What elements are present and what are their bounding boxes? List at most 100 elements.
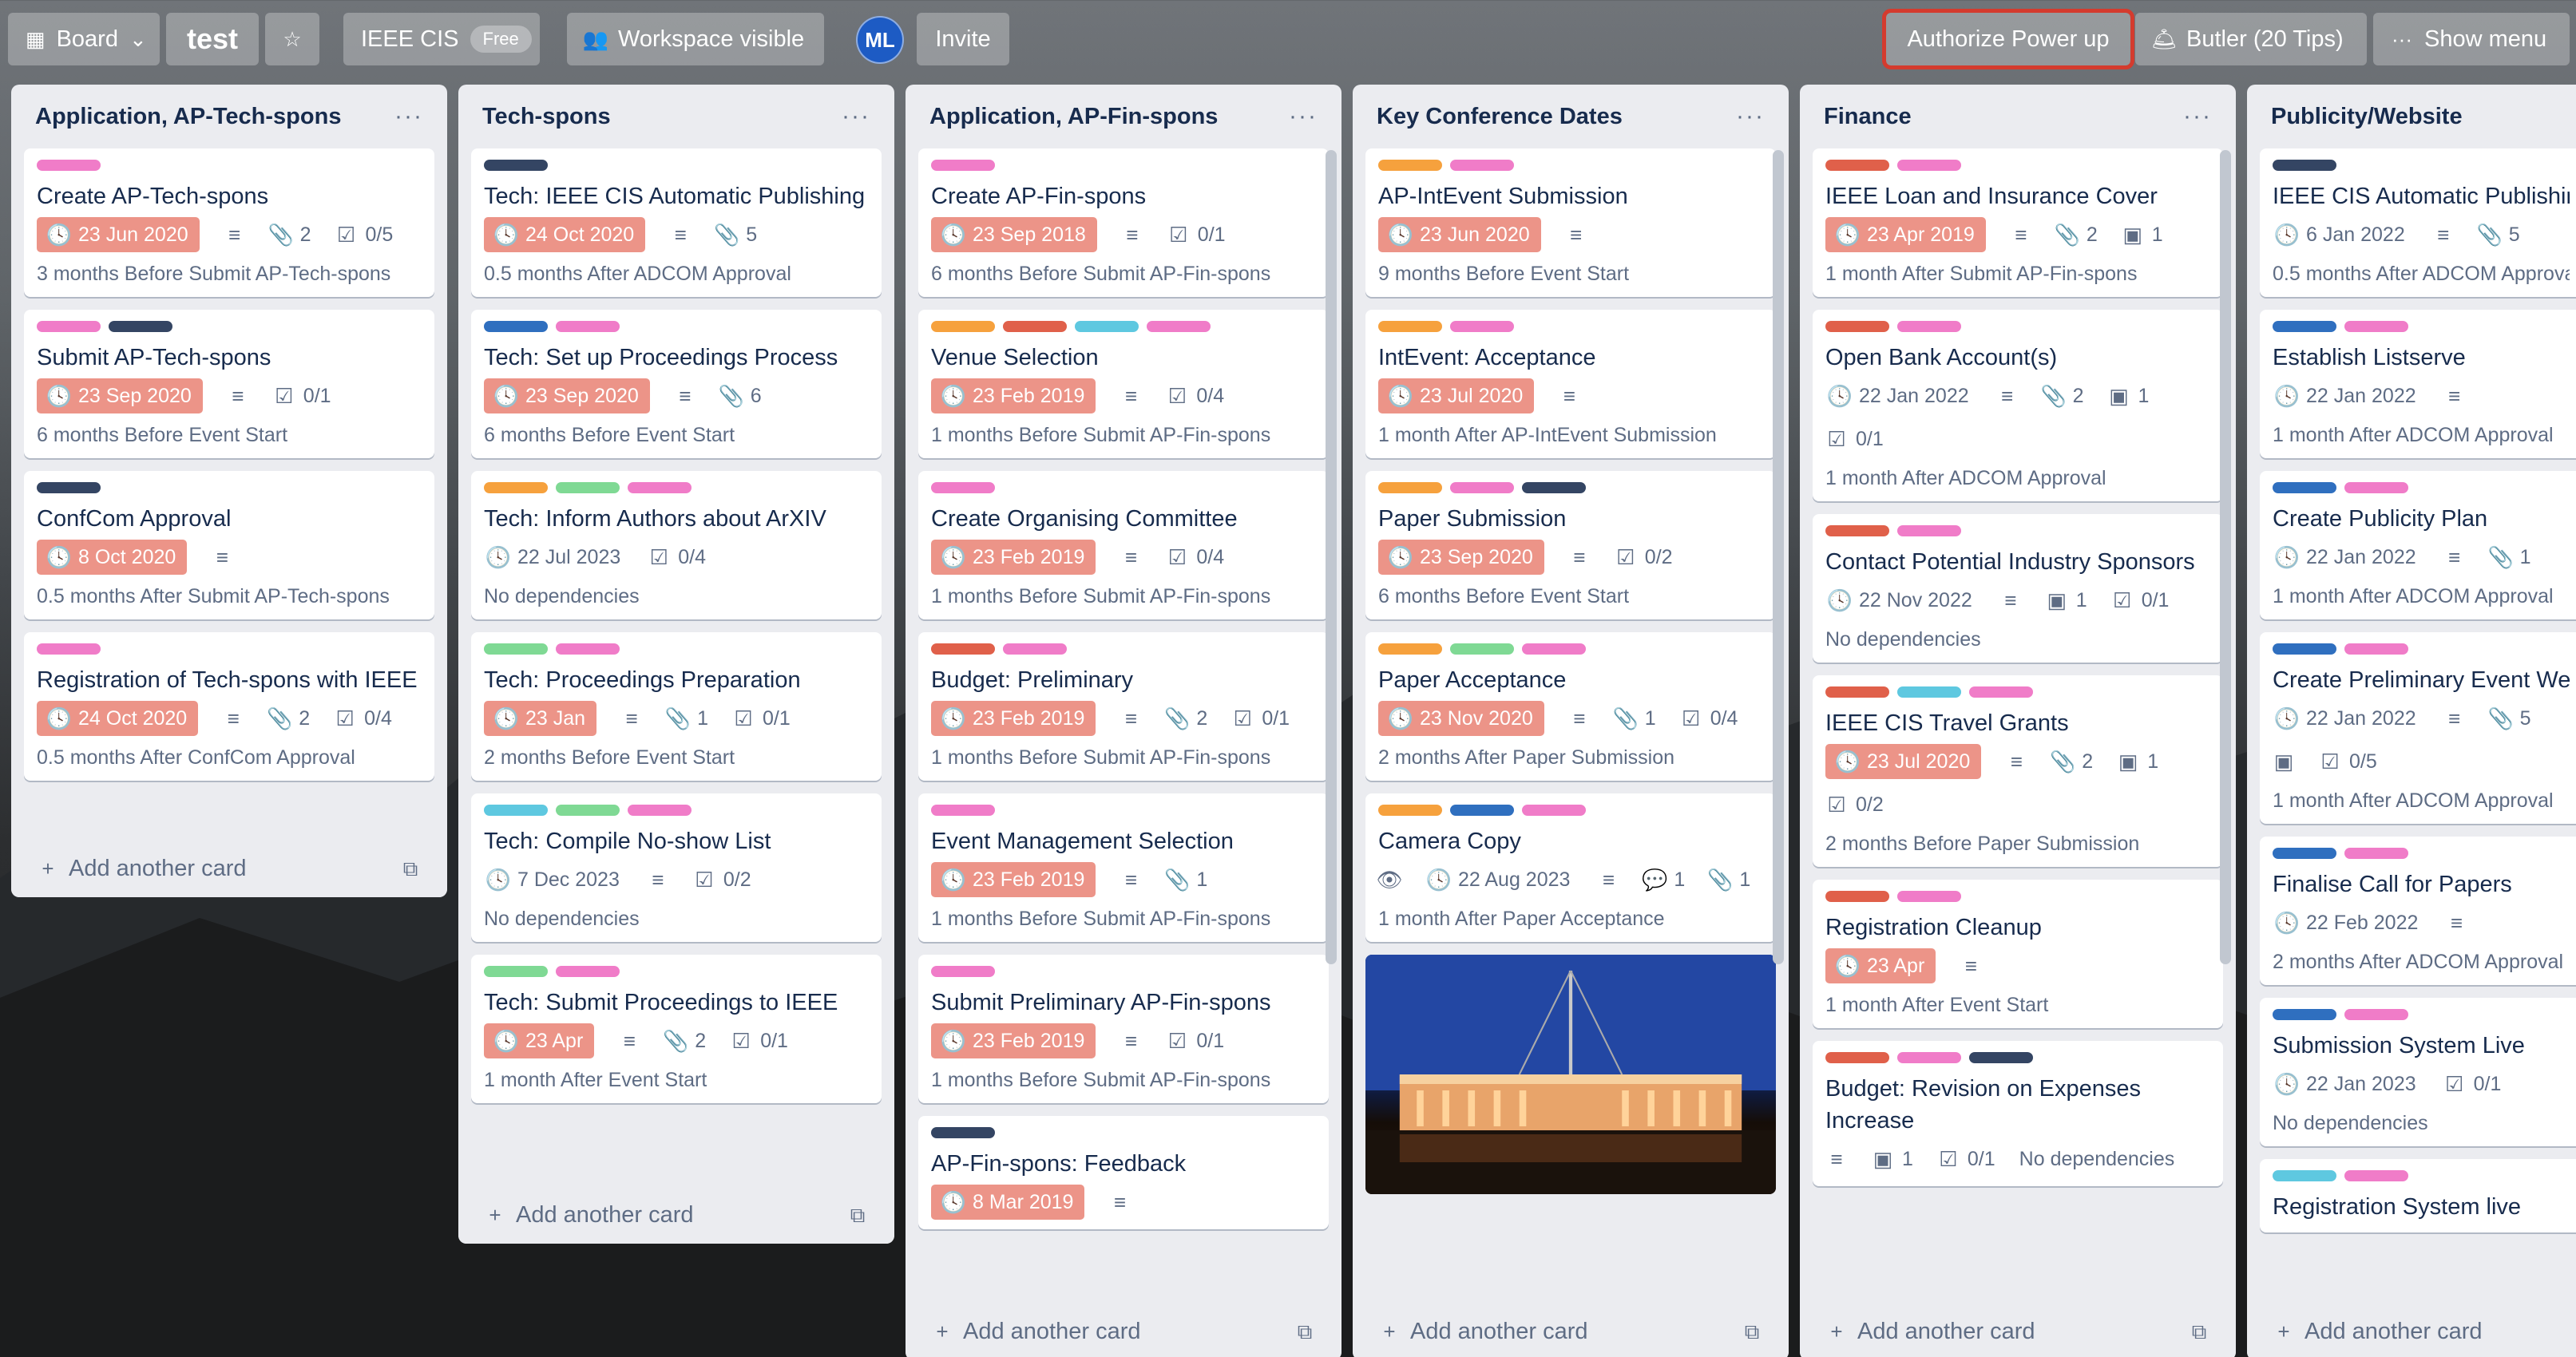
- label-red[interactable]: [1825, 321, 1889, 332]
- card[interactable]: Submit Preliminary AP-Fin-spons 🕓 23 Feb 2…: [918, 955, 1329, 1103]
- card-template-icon[interactable]: ⧉: [399, 857, 422, 880]
- label-pink[interactable]: [556, 966, 620, 977]
- list-title[interactable]: Publicity/Website: [2271, 104, 2463, 130]
- label-pink[interactable]: [931, 805, 995, 816]
- label-orange[interactable]: [1378, 160, 1442, 171]
- add-card-button[interactable]: + Add another card ⧉: [458, 1186, 894, 1244]
- card-template-icon[interactable]: ⧉: [1741, 1320, 1763, 1343]
- label-pink[interactable]: [1897, 891, 1961, 902]
- card[interactable]: IntEvent: Acceptance 🕓 23 Jul 2020 ≡ 1 month…: [1365, 310, 1776, 458]
- label-sky[interactable]: [1075, 321, 1139, 332]
- add-card-button[interactable]: + Add another card ⧉: [1353, 1303, 1789, 1357]
- label-navy[interactable]: [2273, 160, 2336, 171]
- label-orange[interactable]: [1378, 805, 1442, 816]
- card[interactable]: Tech: Inform Authors about ArXIV 🕓 22 Jul …: [471, 471, 882, 619]
- card[interactable]: Registration of Tech-spons with IEEE 🕓 24 …: [24, 632, 434, 781]
- list-title[interactable]: Application, AP-Tech-spons: [35, 104, 341, 130]
- card[interactable]: IEEE Loan and Insurance Cover 🕓 23 Apr 201…: [1813, 148, 2223, 297]
- label-blue[interactable]: [2273, 482, 2336, 493]
- card-cover-image[interactable]: [1365, 955, 1776, 1194]
- list-title[interactable]: Tech-spons: [482, 104, 611, 130]
- label-green[interactable]: [484, 643, 548, 655]
- card[interactable]: Contact Potential Industry Sponsors 🕓 22 N…: [1813, 514, 2223, 663]
- visibility-button[interactable]: 👥 Workspace visible: [567, 13, 824, 65]
- label-navy[interactable]: [484, 160, 548, 171]
- label-pink[interactable]: [1147, 321, 1211, 332]
- card[interactable]: Tech: Proceedings Preparation 🕓 23 Jan ≡ 📎 1 ☑…: [471, 632, 882, 781]
- label-sky[interactable]: [1897, 686, 1961, 698]
- label-navy[interactable]: [109, 321, 172, 332]
- label-pink[interactable]: [2344, 321, 2408, 332]
- butler-button[interactable]: 🛎 Butler (20 Tips): [2135, 13, 2367, 65]
- label-pink[interactable]: [2344, 482, 2408, 493]
- label-blue[interactable]: [2273, 848, 2336, 859]
- label-red[interactable]: [1825, 1052, 1889, 1063]
- workspace-button[interactable]: IEEE CIS Free: [343, 13, 540, 65]
- label-pink[interactable]: [1522, 643, 1586, 655]
- board-view-switcher[interactable]: ▦ Board ⌄: [8, 13, 160, 65]
- card[interactable]: Camera Copy 👁 🕓 22 Aug 2023 ≡ 💬 1 📎 1 1 month Aft…: [1365, 793, 1776, 942]
- label-pink[interactable]: [1897, 525, 1961, 536]
- card[interactable]: Tech: Set up Proceedings Process 🕓 23 Sep …: [471, 310, 882, 458]
- card[interactable]: Event Management Selection 🕓 23 Feb 2019 ≡ 📎…: [918, 793, 1329, 942]
- label-pink[interactable]: [1450, 160, 1514, 171]
- label-pink[interactable]: [2344, 1009, 2408, 1020]
- label-green[interactable]: [484, 966, 548, 977]
- card[interactable]: Create Organising Committee 🕓 23 Feb 2019 ≡…: [918, 471, 1329, 619]
- label-red[interactable]: [1825, 160, 1889, 171]
- label-blue[interactable]: [1450, 805, 1514, 816]
- card[interactable]: AP-Fin-spons: Feedback 🕓 8 Mar 2019 ≡: [918, 1116, 1329, 1229]
- label-green[interactable]: [1450, 643, 1514, 655]
- add-card-button[interactable]: + Add another card ⧉: [11, 840, 447, 897]
- label-pink[interactable]: [1897, 160, 1961, 171]
- list-title[interactable]: Finance: [1824, 104, 1912, 130]
- list-scrollbar[interactable]: [1773, 150, 1784, 964]
- card[interactable]: Submission System Live 🕓 22 Jan 2023 ☑ 0/1 No…: [2260, 998, 2576, 1146]
- list-scrollbar[interactable]: [2220, 150, 2231, 964]
- card[interactable]: Submit AP-Tech-spons 🕓 23 Sep 2020 ≡ ☑ 0/1 6 m…: [24, 310, 434, 458]
- card-template-icon[interactable]: ⧉: [2188, 1320, 2210, 1343]
- card[interactable]: Establish Listserve 🕓 22 Jan 2022 ≡ 1 month …: [2260, 310, 2576, 458]
- label-pink[interactable]: [931, 966, 995, 977]
- label-orange[interactable]: [1378, 482, 1442, 493]
- label-red[interactable]: [1003, 321, 1067, 332]
- label-pink[interactable]: [37, 321, 101, 332]
- label-pink[interactable]: [556, 321, 620, 332]
- label-red[interactable]: [1825, 891, 1889, 902]
- list-menu-button[interactable]: ···: [394, 103, 423, 130]
- label-pink[interactable]: [556, 643, 620, 655]
- card[interactable]: Tech: Compile No-show List 🕓 7 Dec 2023 ≡ ☑ 0…: [471, 793, 882, 942]
- card[interactable]: Open Bank Account(s) 🕓 22 Jan 2022 ≡ 📎 2 ▣ 1 ☑ 0/…: [1813, 310, 2223, 501]
- label-orange[interactable]: [484, 482, 548, 493]
- label-navy[interactable]: [1522, 482, 1586, 493]
- card[interactable]: Finalise Call for Papers 🕓 22 Feb 2022 ≡ 2 m…: [2260, 837, 2576, 985]
- card[interactable]: Create AP-Tech-spons 🕓 23 Jun 2020 ≡ 📎 2 ☑ 0/5 3…: [24, 148, 434, 297]
- label-pink[interactable]: [1003, 643, 1067, 655]
- list-menu-button[interactable]: ···: [2183, 103, 2212, 130]
- list-menu-button[interactable]: ···: [1736, 103, 1765, 130]
- label-navy[interactable]: [1969, 1052, 2033, 1063]
- list-title[interactable]: Key Conference Dates: [1377, 104, 1623, 130]
- label-blue[interactable]: [484, 321, 548, 332]
- card[interactable]: Create AP-Fin-spons 🕓 23 Sep 2018 ≡ ☑ 0/1 6 mo…: [918, 148, 1329, 297]
- label-pink[interactable]: [37, 160, 101, 171]
- card[interactable]: Registration Cleanup 🕓 23 Apr ≡ 1 month Afte…: [1813, 880, 2223, 1028]
- label-green[interactable]: [556, 482, 620, 493]
- card[interactable]: ConfCom Approval 🕓 8 Oct 2020 ≡ 0.5 months A…: [24, 471, 434, 619]
- card[interactable]: IEEE CIS Travel Grants 🕓 23 Jul 2020 ≡ 📎 2 ▣ 1 ☑…: [1813, 675, 2223, 867]
- label-orange[interactable]: [1378, 321, 1442, 332]
- label-pink[interactable]: [931, 482, 995, 493]
- card[interactable]: Budget: Preliminary 🕓 23 Feb 2019 ≡ 📎 2 ☑ 0/1 1 …: [918, 632, 1329, 781]
- card[interactable]: Tech: Submit Proceedings to IEEE 🕓 23 Apr ≡…: [471, 955, 882, 1103]
- card-template-icon[interactable]: ⧉: [846, 1204, 869, 1226]
- label-orange[interactable]: [931, 321, 995, 332]
- card[interactable]: Paper Submission 🕓 23 Sep 2020 ≡ ☑ 0/2 6 month…: [1365, 471, 1776, 619]
- label-pink[interactable]: [628, 482, 692, 493]
- label-blue[interactable]: [2273, 643, 2336, 655]
- list-scrollbar[interactable]: [1326, 150, 1337, 964]
- card[interactable]: Budget: Revision on Expenses Increase ≡ ▣ 1…: [1813, 1041, 2223, 1186]
- card[interactable]: Create Preliminary Event Website 🕓22 Jan …: [2260, 632, 2576, 824]
- label-red[interactable]: [1825, 686, 1889, 698]
- authorize-power-up-button[interactable]: Authorize Power up: [1882, 9, 2134, 69]
- add-card-button[interactable]: + Add another card ⧉: [1800, 1303, 2236, 1357]
